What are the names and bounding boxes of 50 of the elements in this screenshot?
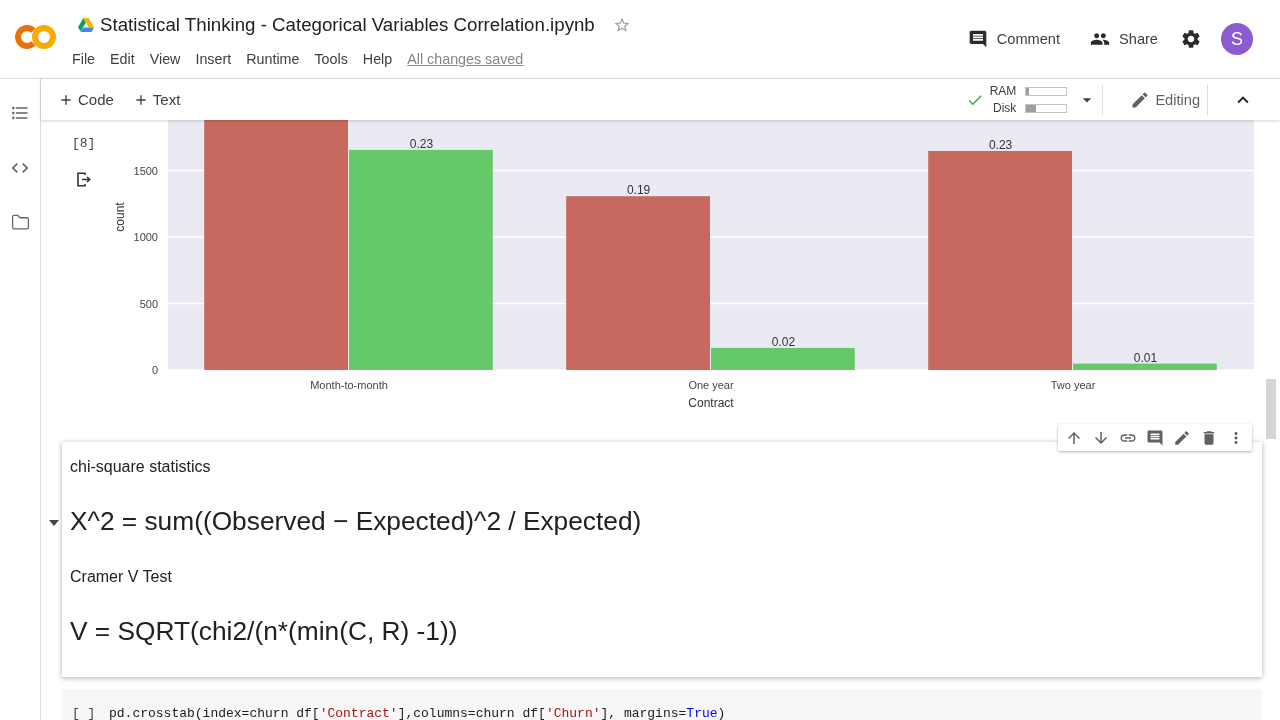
axis-tick-label: 500	[139, 297, 158, 310]
share-button[interactable]: Share	[1090, 29, 1158, 49]
insert-button[interactable]: Code	[58, 91, 114, 108]
axis-tick-label: 1500	[133, 164, 158, 177]
meter-label: RAM	[989, 82, 1017, 100]
formula-text: X^2 = sum((Observed − Expected)^2 / Expected)	[70, 506, 642, 537]
code-line: pd.crosstab(index=churn df['Contract'],columns=churn df['Churn'], margins=True)	[109, 706, 726, 720]
rings-logo-icon[interactable]	[15, 22, 57, 52]
caret-icon[interactable]	[49, 518, 59, 528]
bar-share-label: 0.01	[1133, 350, 1158, 365]
axis-title: count	[113, 202, 127, 232]
settings-icon[interactable]	[1180, 28, 1202, 50]
comment-icon[interactable]	[1146, 428, 1164, 447]
menu-item[interactable]: Runtime	[246, 51, 300, 67]
axis-tick-label: 0	[151, 364, 158, 376]
cell-label: Cramer V Test	[70, 567, 172, 586]
pencil-icon[interactable]	[1173, 428, 1191, 447]
mode-button[interactable]: Editing	[1130, 89, 1200, 110]
save-status-link[interactable]: All changes saved	[407, 51, 524, 67]
triangle-logo-icon[interactable]	[78, 18, 94, 32]
execution-count: [ ]	[72, 706, 96, 720]
execution-count: [8]	[72, 137, 96, 151]
bar-share-label: 0.23	[409, 136, 434, 151]
category-label: Two year	[1050, 379, 1096, 391]
insert-button[interactable]: Text	[132, 91, 181, 108]
comment-icon	[967, 29, 988, 49]
axis-tick-label: 1000	[133, 231, 158, 243]
exit-arrow-icon[interactable]	[76, 172, 91, 187]
meter-label: Disk	[993, 99, 1017, 117]
menu-item[interactable]: Insert	[195, 51, 232, 67]
menu-item[interactable]: Tools	[314, 51, 348, 67]
folder-icon[interactable]	[10, 213, 30, 232]
cell-label: chi-square statistics	[70, 457, 211, 476]
code-cell[interactable]: [ ] pd.crosstab(index=churn df['Contract'],columns=churn df['Churn'], margins=True)	[62, 689, 1262, 720]
star-icon[interactable]	[612, 16, 631, 34]
menu-item[interactable]: Edit	[110, 51, 135, 67]
bar-share-label: 0.19	[626, 183, 651, 198]
scrollbar-thumb[interactable]	[1266, 379, 1276, 439]
category-label: One year	[688, 379, 734, 391]
notebook-title[interactable]: Statistical Thinking - Categorical Variables Correlation.ipynb	[100, 14, 595, 36]
menu-item[interactable]: View	[149, 51, 181, 67]
bar-share-label: 0.23	[988, 138, 1013, 152]
bar-share-label: 0.02	[771, 334, 796, 349]
menu-item[interactable]: File	[72, 51, 96, 67]
formula-text: V = SQRT(chi2/(n*(min(C, R) -1))	[70, 616, 458, 647]
axis-title: Contract	[688, 396, 734, 410]
menu-item[interactable]: Help	[362, 51, 393, 67]
comment-button[interactable]: Comment	[967, 29, 1061, 49]
avatar[interactable]: S	[1221, 23, 1253, 55]
category-label: Month-to-month	[310, 379, 388, 391]
